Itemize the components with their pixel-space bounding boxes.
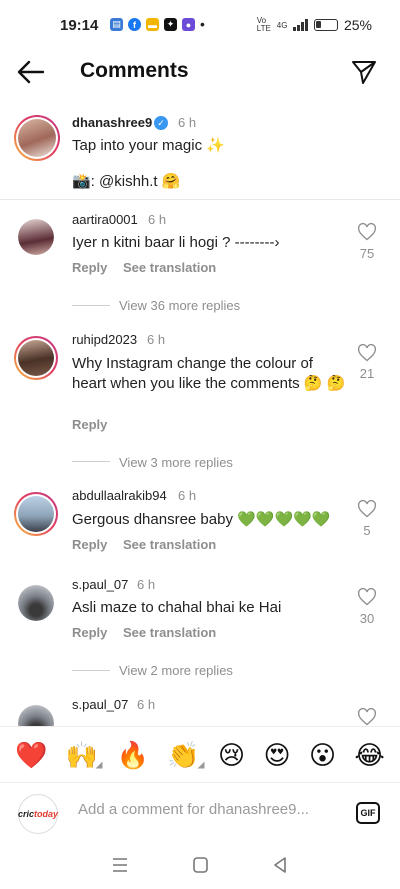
skin-tone-indicator [197,761,205,768]
heart-emoji-button[interactable]: ❤️ [15,742,47,768]
like-count: 30 [359,611,375,626]
comment-input[interactable] [78,801,338,818]
like-heart-icon[interactable] [357,587,377,607]
home-icon[interactable] [188,855,212,875]
volte-icon: Vo LTE [256,16,271,33]
like-heart-icon[interactable] [357,499,377,519]
system-icons: Vo LTE 4G 25% [256,16,372,34]
comment-time: 6 h [137,697,156,712]
avatar[interactable] [18,585,54,621]
avatar[interactable] [14,115,60,161]
see-translation-button[interactable]: See translation [123,625,216,640]
surprised-emoji-button[interactable]: 😮 [309,742,336,768]
reply-button[interactable]: Reply [72,537,107,552]
comment-text: Why Instagram change the colour of heart… [72,355,346,392]
battery-percent: 25% [343,17,372,33]
avatar: cric today [18,794,58,834]
status-bar: 19:14 ▤ f ▬ ✦ ● • Vo LTE 4G 25% [0,0,400,52]
verified-badge-icon: ✓ [154,116,168,130]
network-type-icon: 4G [276,20,288,30]
comment-list[interactable]: dhanashree9 ✓ 6 h Tap into your magic ✨ … [0,100,400,726]
view-more-replies-button[interactable]: View 2 more replies [119,663,233,678]
replies-divider [72,670,110,671]
like-count: 75 [359,246,375,261]
comment-input-bar: crictoday GIF [0,782,400,840]
avatar-label: today [34,809,59,819]
heart-eyes-emoji-button[interactable]: 😍 [264,742,291,768]
like-count: 5 [363,523,371,538]
crying-emoji-button[interactable]: 😢 [218,742,245,768]
comment-username[interactable]: s.paul_07 [72,577,128,592]
avatar[interactable] [18,219,54,255]
caption-text: Tap into your magic ✨ [72,137,225,154]
back-icon[interactable] [268,855,292,875]
clapping-emoji-button[interactable]: 👏 [167,739,205,770]
caption-time: 6 h [178,115,197,130]
comment-username[interactable]: aartira0001 [72,212,138,227]
replies-divider [72,461,110,462]
avatar[interactable] [18,705,54,726]
game-icon: ● [182,18,195,31]
folder-icon: ▬ [146,18,159,31]
like-heart-icon[interactable] [357,343,377,363]
comment-username[interactable]: ruhipd2023 [72,332,137,347]
comment-time: 6 h [148,212,167,227]
page-title: Comments [80,59,189,82]
caption-username[interactable]: dhanashree9 [72,115,152,130]
comment-time: 6 h [147,332,166,347]
raised-hands-emoji-button[interactable]: 🙌 [65,739,103,770]
see-translation-button[interactable]: See translation [123,260,216,275]
back-arrow-icon[interactable] [16,58,46,86]
avatar[interactable] [14,336,58,380]
reply-button[interactable]: Reply [72,417,107,432]
fire-emoji-button[interactable]: 🔥 [117,742,149,768]
like-heart-icon[interactable] [357,707,377,726]
skin-tone-indicator [95,761,103,768]
see-translation-button[interactable]: See translation [123,537,216,552]
emoji-glyph: 🙌 [65,739,99,770]
avatar-label: cric [17,809,34,819]
app-notification-icon: ▤ [110,18,123,31]
system-nav-bar [0,840,400,889]
comment-username[interactable]: abdullaalrakib94 [72,488,167,503]
dot-icon: • [200,16,205,32]
facebook-icon: f [128,18,141,31]
comment-text: Iyer n kitni baar li hogi ? --------› [72,234,280,251]
header: Comments [0,52,400,92]
send-icon[interactable] [350,58,378,86]
comment-text: Gergous dhansree baby 💚💚💚💚💚 [72,511,331,528]
notification-icons: ▤ f ▬ ✦ ● • [110,16,205,32]
caption-credit[interactable]: 📸: @kishh.t 🤗 [72,172,372,192]
battery-icon [313,19,338,31]
like-heart-icon[interactable] [357,222,377,242]
avatar[interactable] [14,492,58,536]
comment-username[interactable]: s.paul_07 [72,697,128,712]
reply-button[interactable]: Reply [72,260,107,275]
replies-divider [72,305,110,306]
reply-button[interactable]: Reply [72,625,107,640]
laughing-emoji-button[interactable]: 😂 [354,742,384,768]
comment-time: 6 h [137,577,156,592]
menu-icon[interactable] [108,855,132,875]
view-more-replies-button[interactable]: View 36 more replies [119,298,240,313]
emoji-quick-bar: ❤️ 🙌 🔥 👏 😢 😍 😮 😂 [0,726,400,782]
gif-button[interactable]: GIF [356,802,380,824]
post-caption: dhanashree9 ✓ 6 h Tap into your magic ✨ … [0,100,400,200]
status-time: 19:14 [60,17,99,34]
signal-icon [293,19,308,31]
comment-text: Asli maze to chahal bhai ke Hai [72,599,282,616]
like-count: 21 [359,366,375,381]
emoji-glyph: 👏 [167,739,200,770]
comment-time: 6 h [178,488,197,503]
view-more-replies-button[interactable]: View 3 more replies [119,455,233,470]
app-icon: ✦ [164,18,177,31]
